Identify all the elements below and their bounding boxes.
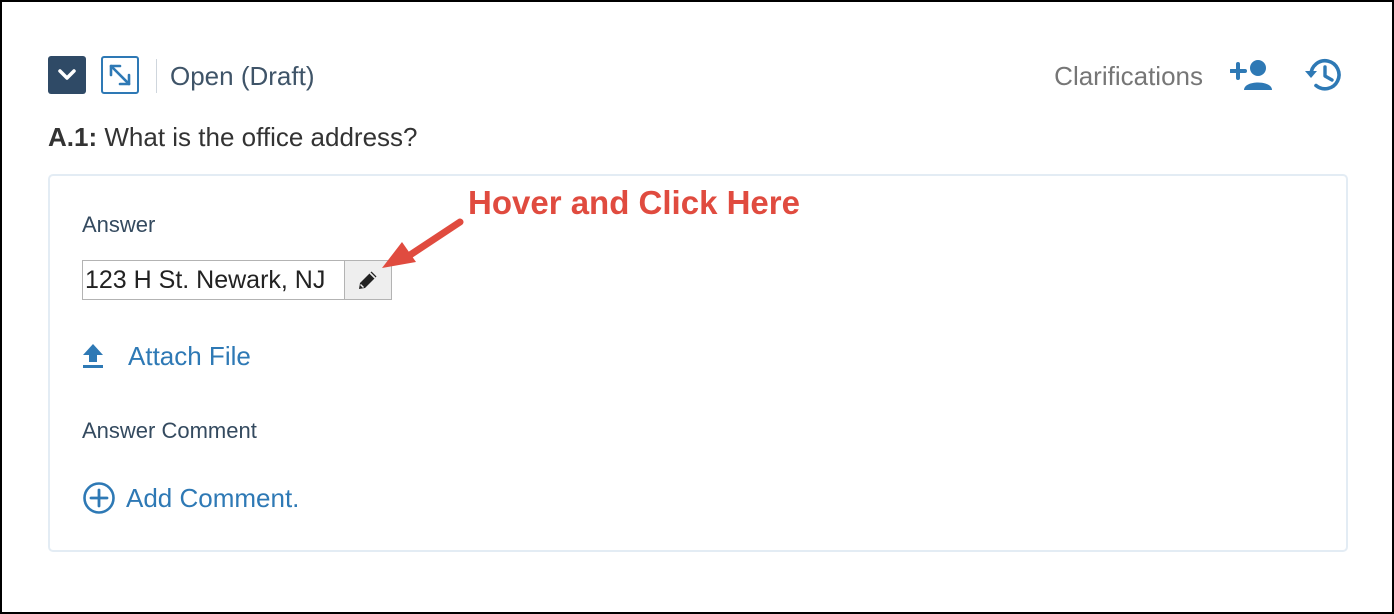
add-comment-link[interactable]: Add Comment. — [82, 480, 299, 516]
annotation-callout: Hover and Click Here — [468, 184, 800, 221]
answer-card: Answer Attach File Answer Comment — [48, 174, 1348, 552]
question-header: Open (Draft) Clarifications — [48, 56, 1348, 96]
question-id: A.1: — [48, 122, 98, 152]
add-comment-label: Add Comment. — [126, 482, 300, 513]
answer-input[interactable] — [82, 260, 344, 300]
clarifications-link[interactable]: Clarifications — [1054, 60, 1203, 92]
status-label: Open (Draft) — [170, 61, 315, 91]
upload-icon — [83, 344, 103, 368]
expand-icon — [109, 64, 131, 86]
add-user-button[interactable] — [1229, 58, 1274, 92]
add-user-icon — [1229, 60, 1272, 90]
screenshot-frame: Open (Draft) Clarifications A.1: What is… — [0, 0, 1394, 614]
question-title: A.1: What is the office address? — [48, 120, 418, 154]
chevron-down-icon — [58, 69, 76, 80]
question-text: What is the office address? — [104, 122, 418, 152]
attach-file-label: Attach File — [128, 340, 251, 371]
plus-circle-icon — [83, 482, 115, 514]
answer-comment-label: Answer Comment — [82, 418, 257, 443]
annotation-arrow — [382, 218, 464, 268]
history-button[interactable] — [1302, 56, 1346, 94]
collapse-button[interactable] — [48, 56, 86, 94]
history-icon — [1305, 59, 1341, 91]
answer-field-row — [82, 260, 392, 300]
expand-button[interactable] — [101, 56, 139, 94]
answer-label: Answer — [82, 212, 156, 237]
attach-file-link[interactable]: Attach File — [82, 338, 251, 374]
header-divider — [156, 59, 157, 93]
